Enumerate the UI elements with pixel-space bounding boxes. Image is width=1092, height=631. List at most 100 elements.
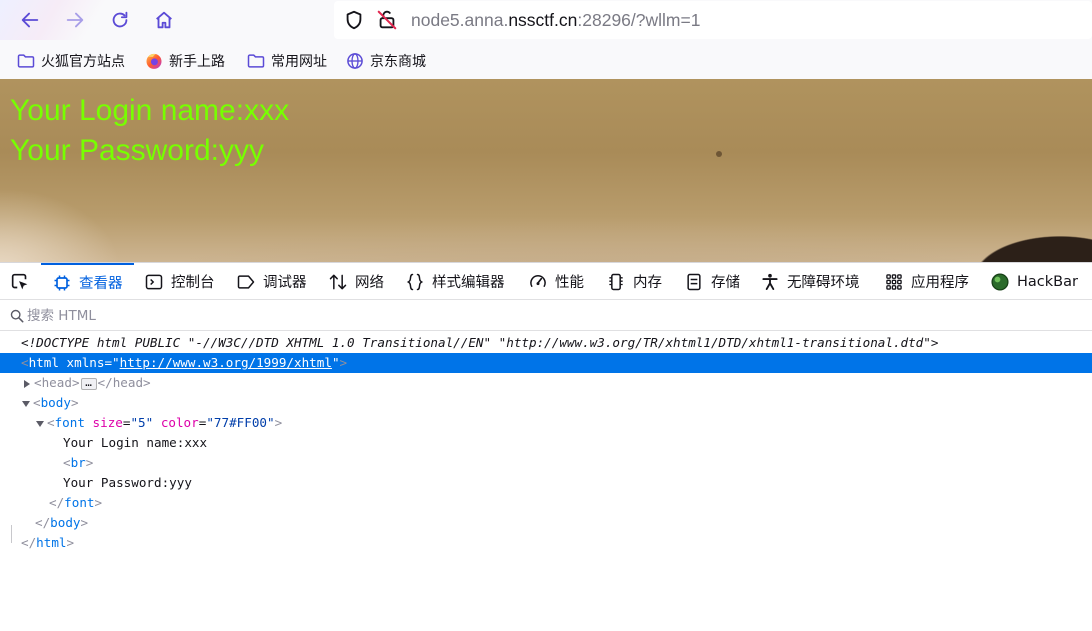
login-name-line: Your Login name:xxx	[10, 94, 290, 127]
insecure-lock-icon[interactable]	[376, 9, 398, 31]
font-close-node[interactable]: </font>	[0, 493, 1092, 513]
html-close-node[interactable]: </html>	[0, 533, 1092, 553]
back-button[interactable]	[15, 5, 45, 35]
html-search-bar	[0, 301, 1092, 331]
expand-head-icon[interactable]	[24, 379, 30, 388]
bookmark-getting-started[interactable]: 新手上路	[144, 50, 225, 72]
reload-button[interactable]	[105, 5, 135, 35]
storage-icon	[687, 273, 701, 290]
tab-label: 查看器	[79, 276, 123, 292]
search-icon	[10, 309, 24, 323]
tab-label: 无障碍环境	[787, 275, 860, 291]
firefox-icon	[146, 53, 162, 69]
head-tag: head	[41, 375, 72, 390]
head-node[interactable]: <head>… </head>	[0, 373, 1092, 393]
element-picker-icon[interactable]	[9, 271, 31, 293]
devtools-panel: 查看器 控制台 调试器 网络 样式编辑器 性能 内存 存储 无障碍环境 应用程序…	[0, 262, 1092, 631]
tab-label: HackBar	[1017, 273, 1078, 290]
url-text[interactable]: node5.anna.nssctf.cn:28296/?wllm=1	[411, 10, 700, 31]
url-suffix: :28296/?wllm=1	[577, 10, 701, 30]
credentials-text: Your Login name:xxx Your Password:yyy	[10, 91, 289, 171]
tree-guide-line	[11, 525, 12, 543]
text-node-login[interactable]: Your Login name:xxx	[0, 433, 1092, 453]
performance-icon	[530, 274, 546, 287]
body-close-node[interactable]: </body>	[0, 513, 1092, 533]
bookmark-firefox-official[interactable]: 火狐官方站点	[16, 50, 125, 72]
tab-debugger[interactable]: 调试器	[236, 263, 307, 300]
folder-icon	[17, 54, 35, 68]
globe-icon	[347, 53, 363, 69]
forward-arrow-icon	[66, 12, 84, 28]
font-color-value: "77#FF00"	[206, 415, 275, 430]
tab-inspector[interactable]: 查看器	[41, 263, 134, 300]
forward-button[interactable]	[60, 5, 90, 35]
tab-label: 存储	[711, 275, 740, 291]
br-tag: br	[70, 455, 86, 470]
tab-application[interactable]: 应用程序	[884, 263, 969, 300]
tab-performance[interactable]: 性能	[528, 263, 584, 300]
tab-memory[interactable]: 内存	[606, 263, 662, 300]
inspector-icon	[54, 275, 70, 290]
login-text: Your Login name:xxx	[63, 435, 208, 450]
bookmark-label: 京东商城	[370, 54, 426, 70]
font-size-attr: size	[92, 415, 123, 430]
password-text: Your Password:yyy	[63, 475, 192, 490]
reload-icon	[112, 11, 128, 28]
html-close-tag: html	[36, 535, 67, 550]
head-close-tag: head	[112, 375, 144, 390]
url-prefix: node5.anna.	[411, 10, 509, 30]
body-close-tag: body	[50, 515, 81, 530]
bookmark-label: 火狐官方站点	[41, 54, 125, 70]
tab-console[interactable]: 控制台	[144, 263, 215, 300]
console-icon	[145, 274, 163, 289]
font-size-value: "5"	[130, 415, 154, 430]
body-tag: body	[40, 395, 71, 410]
style-editor-icon	[406, 273, 424, 290]
font-tag: font	[54, 415, 85, 430]
memory-icon	[609, 273, 623, 290]
page-viewport: Your Login name:xxx Your Password:yyy	[0, 79, 1092, 262]
tab-label: 内存	[633, 275, 662, 291]
home-icon	[156, 11, 172, 29]
tab-storage[interactable]: 存储	[684, 263, 740, 300]
devtools-tab-bar: 查看器 控制台 调试器 网络 样式编辑器 性能 内存 存储 无障碍环境 应用程序…	[0, 263, 1092, 300]
doctype-text: <!DOCTYPE html PUBLIC "-//W3C//DTD XHTML…	[21, 335, 939, 350]
network-icon	[329, 274, 347, 289]
html-tag: html	[28, 355, 59, 370]
tab-label: 调试器	[263, 275, 307, 291]
collapsed-ellipsis-icon[interactable]: …	[80, 377, 97, 390]
tab-accessibility[interactable]: 无障碍环境	[760, 263, 860, 300]
tab-style-editor[interactable]: 样式编辑器	[405, 263, 505, 300]
tracking-protection-shield-icon[interactable]	[343, 9, 365, 31]
font-node[interactable]: <font size="5" color="77#FF00">	[0, 413, 1092, 433]
font-close-tag: font	[64, 495, 95, 510]
password-line: Your Password:yyy	[10, 134, 265, 167]
tab-label: 样式编辑器	[432, 275, 505, 291]
bookmarks-toolbar: 火狐官方站点 新手上路 常用网址 京东商城	[0, 40, 1092, 79]
body-node[interactable]: <body>	[0, 393, 1092, 413]
tab-label: 性能	[555, 275, 584, 291]
tab-network[interactable]: 网络	[328, 263, 384, 300]
bookmark-label: 新手上路	[169, 54, 225, 70]
br-node[interactable]: <br>	[0, 453, 1092, 473]
search-html-input[interactable]	[27, 305, 327, 327]
home-button[interactable]	[149, 5, 179, 35]
html-node[interactable]: <html xmlns="http://www.w3.org/1999/xhtm…	[0, 353, 1092, 373]
collapse-font-icon[interactable]	[36, 420, 44, 427]
tab-label: 控制台	[171, 275, 215, 291]
tab-hackbar[interactable]: HackBar	[990, 263, 1078, 300]
doctype-node[interactable]: <!DOCTYPE html PUBLIC "-//W3C//DTD XHTML…	[0, 333, 1092, 353]
debugger-icon	[237, 274, 255, 289]
folder-icon	[247, 54, 265, 68]
bookmark-label: 常用网址	[271, 54, 327, 70]
hackbar-icon	[991, 272, 1009, 291]
xmlns-link[interactable]: http://www.w3.org/1999/xhtml	[120, 355, 332, 370]
url-bar[interactable]: node5.anna.nssctf.cn:28296/?wllm=1	[334, 1, 1092, 39]
accessibility-icon	[762, 273, 778, 290]
bookmark-common-sites[interactable]: 常用网址	[246, 50, 327, 72]
collapse-body-icon[interactable]	[22, 400, 30, 407]
text-node-password[interactable]: Your Password:yyy	[0, 473, 1092, 493]
back-arrow-icon	[21, 12, 39, 28]
bookmark-jd-mall[interactable]: 京东商城	[345, 50, 426, 72]
html-xmlns-attr: xmlns	[66, 355, 105, 370]
